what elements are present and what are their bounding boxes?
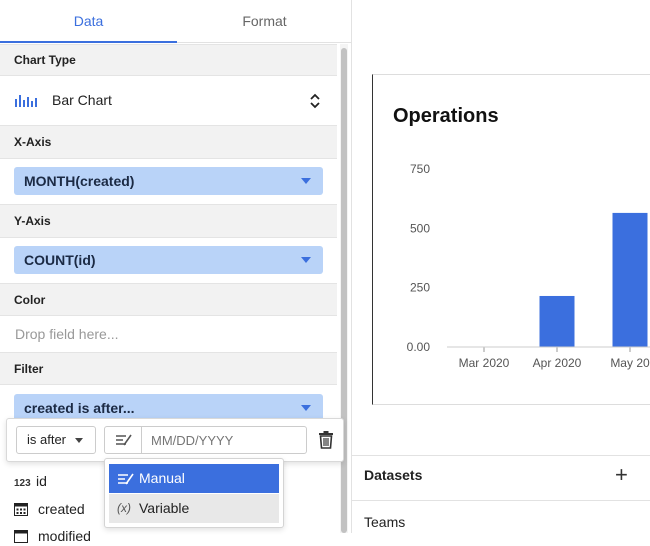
x-axis-field-pill[interactable]: MONTH(created) xyxy=(14,167,323,195)
caret-down-icon xyxy=(301,405,311,411)
manual-input-icon xyxy=(118,473,134,485)
x-axis-heading: X-Axis xyxy=(0,125,337,159)
field-id[interactable]: 123 id xyxy=(14,471,47,491)
bar[interactable] xyxy=(612,212,648,347)
menu-item-label: Manual xyxy=(139,470,185,486)
menu-item-manual[interactable]: Manual xyxy=(109,464,279,493)
tab-data[interactable]: Data xyxy=(0,0,177,43)
dataset-item-teams[interactable]: Teams xyxy=(364,514,405,530)
datasets-panel: Datasets + Teams xyxy=(352,455,650,533)
y-axis-section: COUNT(id) xyxy=(0,238,337,283)
caret-down-icon xyxy=(75,438,83,443)
chart-type-selector[interactable]: Bar Chart xyxy=(0,76,337,125)
trash-icon[interactable] xyxy=(317,431,335,449)
add-dataset-icon[interactable]: + xyxy=(615,462,628,488)
caret-down-icon xyxy=(301,178,311,184)
divider xyxy=(352,500,650,501)
filter-date-input[interactable] xyxy=(141,426,307,454)
y-axis-field-label: COUNT(id) xyxy=(24,252,96,268)
filter-operator-label: is after xyxy=(27,432,67,447)
y-tick-label: 500 xyxy=(410,221,430,235)
x-tick-label: May 20 xyxy=(610,356,650,370)
x-tick-label: Apr 2020 xyxy=(533,356,582,370)
color-drop-zone[interactable]: Drop field here... xyxy=(0,316,337,352)
chart-type-heading: Chart Type xyxy=(0,44,337,76)
filter-field-label: created is after... xyxy=(24,400,135,416)
bar-chart-icon xyxy=(15,95,37,107)
field-modified[interactable]: modified xyxy=(14,526,91,546)
y-tick-label: 0.00 xyxy=(407,340,431,354)
y-tick-label: 250 xyxy=(410,281,430,295)
filter-mode-menu: Manual (x) Variable xyxy=(104,458,284,528)
tab-format[interactable]: Format xyxy=(177,0,352,43)
filter-editor-popover: is after xyxy=(6,418,344,462)
color-heading: Color xyxy=(0,283,337,316)
field-created[interactable]: created xyxy=(14,499,85,519)
caret-down-icon xyxy=(301,257,311,263)
menu-item-label: Variable xyxy=(139,500,190,516)
calendar-icon xyxy=(14,503,28,516)
calendar-icon xyxy=(14,530,28,543)
filter-mode-button[interactable] xyxy=(104,426,142,454)
manual-input-icon xyxy=(116,434,132,446)
color-drop-placeholder: Drop field here... xyxy=(15,326,119,342)
bar[interactable] xyxy=(539,295,575,347)
number-type-icon: 123 xyxy=(14,478,31,489)
bar-chart: 0.00 250 500 750 Mar 2020 Apr 2020 May 20 xyxy=(407,162,650,370)
chart-type-value: Bar Chart xyxy=(52,92,112,108)
x-tick-label: Mar 2020 xyxy=(459,356,510,370)
filter-heading: Filter xyxy=(0,352,337,385)
filter-operator-select[interactable]: is after xyxy=(16,426,96,454)
variable-icon: (x) xyxy=(117,501,131,515)
panel-tabs: Data Format xyxy=(0,0,352,43)
y-axis-heading: Y-Axis xyxy=(0,204,337,238)
menu-item-variable[interactable]: (x) Variable xyxy=(109,494,279,523)
y-axis-field-pill[interactable]: COUNT(id) xyxy=(14,246,323,274)
field-name: created xyxy=(38,501,85,517)
x-axis-section: MONTH(created) xyxy=(0,159,337,204)
x-axis-field-label: MONTH(created) xyxy=(24,173,135,189)
field-name: id xyxy=(36,473,47,489)
y-tick-label: 750 xyxy=(410,162,430,176)
datasets-title: Datasets xyxy=(364,467,423,483)
chevron-up-down-icon xyxy=(310,93,320,109)
field-name: modified xyxy=(38,528,91,544)
